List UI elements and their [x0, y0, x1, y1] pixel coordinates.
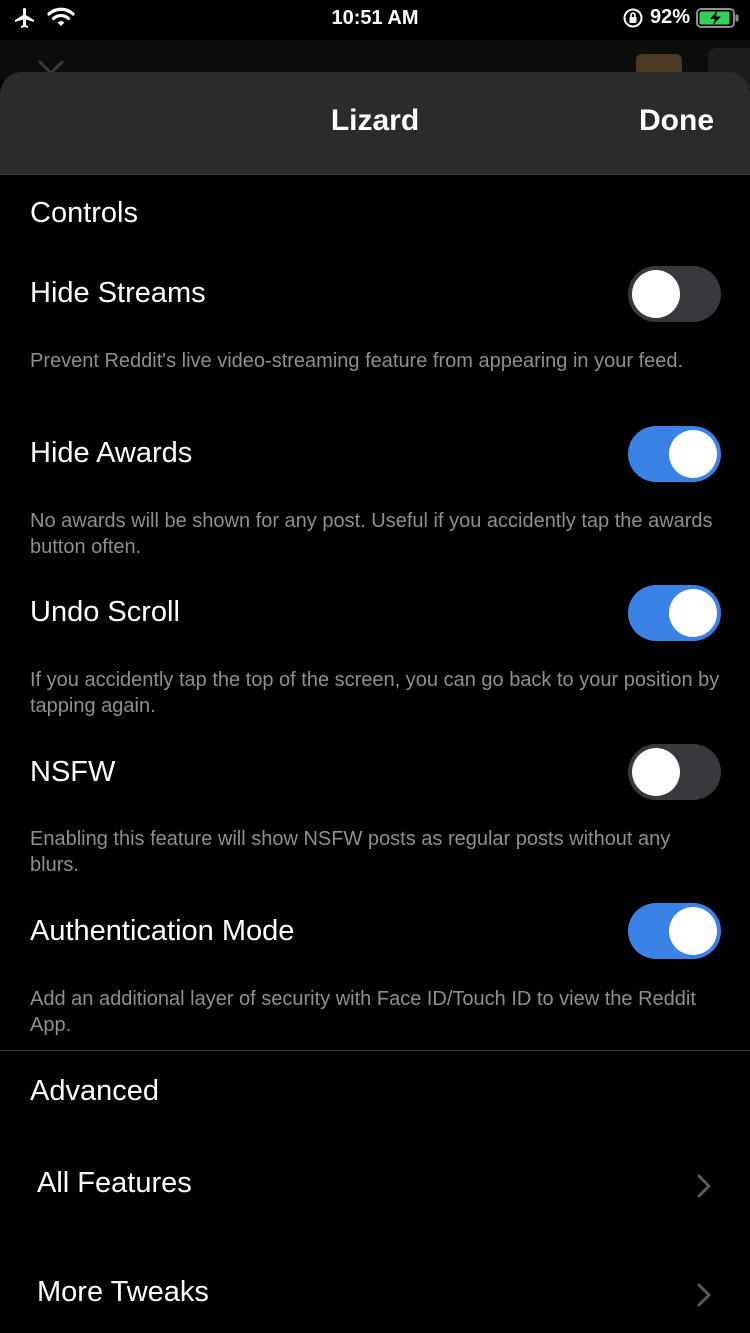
setting-label-authentication-mode: Authentication Mode	[30, 915, 295, 947]
toggle-knob	[632, 270, 680, 318]
status-bar: 10:51 AM 92%	[0, 0, 750, 40]
toggle-knob	[632, 748, 680, 796]
toggle-knob	[669, 430, 717, 478]
setting-description-nsfw: Enabling this feature will show NSFW pos…	[30, 828, 671, 876]
nav-title: Lizard	[330, 104, 420, 137]
status-right: 92%	[622, 6, 740, 29]
section-header-advanced: Advanced	[30, 1075, 159, 1107]
toggle-undo-scroll[interactable]	[628, 585, 721, 641]
setting-label-hide-awards: Hide Awards	[30, 437, 193, 469]
setting-label-hide-streams: Hide Streams	[30, 277, 206, 309]
done-button[interactable]: Done	[639, 104, 714, 138]
nav-row-more-tweaks[interactable]: More Tweaks	[0, 1250, 750, 1333]
settings-sheet: Lizard Done Controls Hide Streams Preven…	[0, 72, 750, 1333]
chevron-right-icon	[697, 1283, 711, 1307]
nav-bar: Lizard Done	[0, 72, 750, 175]
section-header-controls: Controls	[30, 197, 138, 229]
toggle-knob	[669, 589, 717, 637]
setting-label-undo-scroll: Undo Scroll	[30, 596, 180, 628]
toggle-nsfw[interactable]	[628, 744, 721, 800]
battery-charging-icon	[696, 7, 739, 28]
nav-row-all-features[interactable]: All Features	[0, 1141, 750, 1231]
setting-label-nsfw: NSFW	[30, 756, 116, 788]
nav-row-label: All Features	[37, 1167, 192, 1199]
toggle-hide-streams[interactable]	[628, 266, 721, 322]
orientation-lock-icon	[623, 8, 643, 27]
setting-description-undo-scroll: If you accidently tap the top of the scr…	[30, 669, 720, 717]
battery-percent: 92%	[649, 6, 690, 28]
chevron-right-icon	[697, 1174, 711, 1198]
setting-description-hide-awards: No awards will be shown for any post. Us…	[30, 510, 713, 558]
nav-row-label: More Tweaks	[37, 1276, 209, 1308]
toggle-knob	[669, 907, 717, 955]
toggle-hide-awards[interactable]	[628, 426, 721, 482]
toggle-authentication-mode[interactable]	[628, 903, 721, 959]
section-divider	[0, 1050, 750, 1051]
setting-description-hide-streams: Prevent Reddit's live video-streaming fe…	[30, 350, 684, 372]
setting-description-authentication-mode: Add an additional layer of security with…	[30, 988, 696, 1036]
